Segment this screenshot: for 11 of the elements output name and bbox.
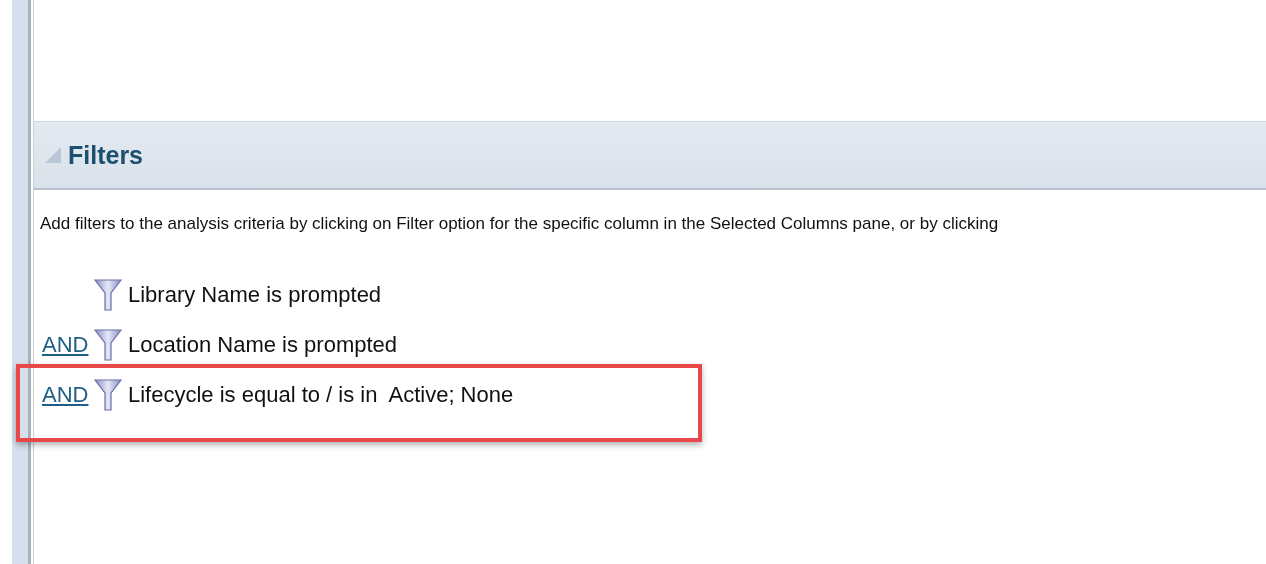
funnel-icon [94,278,122,312]
collapse-triangle-icon[interactable] [44,146,62,164]
description-text: Add filters to the analysis criteria by clicking on Filter option for the specific column in the Selected Columns pane, or by clicking [39,213,1000,234]
funnel-icon [94,378,122,412]
section-title: Filters [68,140,144,170]
filter-text: Library Name is prompted [128,282,382,308]
and-link[interactable]: AND [42,382,89,408]
filter-text: Lifecycle is equal to / is in Active; None [128,382,514,408]
and-link[interactable]: AND [42,332,89,358]
filter-text: Location Name is prompted [128,332,398,358]
funnel-icon [94,328,122,362]
